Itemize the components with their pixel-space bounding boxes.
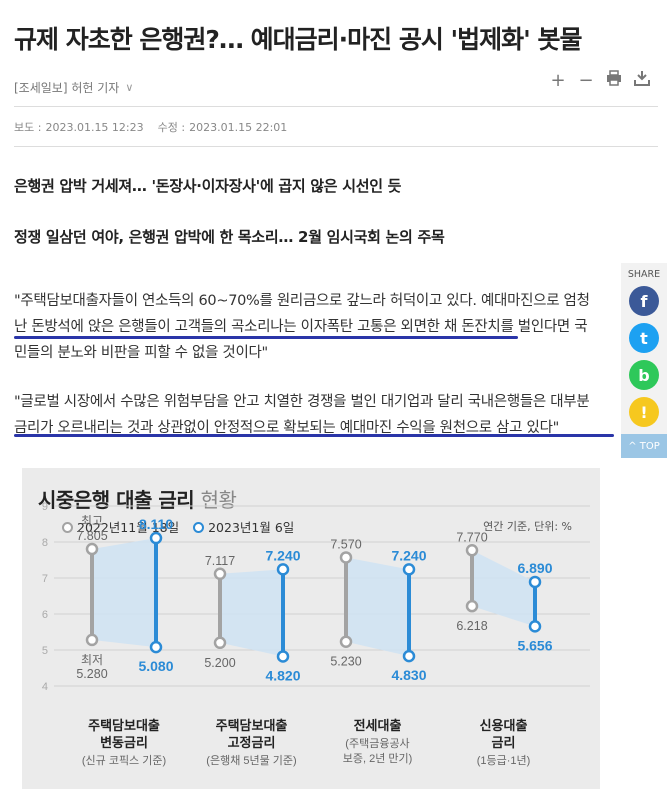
- max-label: 최고: [81, 514, 103, 528]
- range-band: [92, 538, 156, 648]
- new-min-value: 4.830: [391, 667, 426, 683]
- new-min-value: 5.080: [138, 658, 173, 674]
- category-sub-label: (은행채 5년물 기준): [206, 754, 296, 767]
- old-max-point: [465, 544, 479, 557]
- category-label: 금리: [492, 735, 516, 750]
- kakaostory-icon[interactable]: !: [629, 397, 659, 427]
- category-label: 신용대출: [480, 718, 528, 733]
- modified-date: 2023.01.15 22:01: [189, 121, 288, 134]
- article-toolbar: + −: [550, 70, 650, 91]
- chart-plot: 4 5 6 7 8 9 최고최저 7.805 5.280 8.110 5.080 주택담보대출변동금리…: [42, 501, 590, 767]
- old-min-value: 6.218: [456, 619, 487, 633]
- old-min-point: [213, 636, 227, 650]
- facebook-icon[interactable]: f: [629, 286, 659, 316]
- new-max-value: 7.240: [391, 547, 426, 563]
- min-label: 최저: [81, 653, 103, 667]
- divider: [14, 106, 658, 107]
- modified-label: 수정 :: [157, 121, 186, 134]
- category-sub-label: (신규 코픽스 기준): [82, 754, 166, 767]
- y-tick-label: 4: [42, 681, 48, 693]
- old-min-point: [85, 633, 99, 647]
- scroll-top-button[interactable]: ^ TOP: [621, 434, 667, 458]
- new-min-point: [149, 640, 163, 654]
- category-sub-label: 보증, 2년 만기): [343, 752, 413, 765]
- old-min-point: [465, 599, 479, 613]
- new-max-point: [402, 563, 416, 576]
- new-max-value: 7.240: [265, 547, 300, 563]
- category-label: 전세대출: [354, 718, 402, 733]
- twitter-icon[interactable]: t: [629, 323, 659, 353]
- old-min-value: 5.230: [330, 655, 361, 669]
- y-tick-label: 6: [42, 609, 48, 621]
- subhead: 정쟁 일삼던 여야, 은행권 압박에 한 목소리… 2월 임시국회 논의 주목: [14, 228, 445, 246]
- article-dates: 보도 :2023.01.15 12:23 수정 :2023.01.15 22:0…: [14, 119, 287, 135]
- new-min-value: 4.820: [265, 667, 300, 683]
- new-max-value: 8.110: [139, 516, 173, 532]
- save-icon[interactable]: [634, 70, 650, 91]
- chevron-down-icon[interactable]: ∨: [125, 81, 133, 94]
- divider: [14, 146, 658, 147]
- font-increase-icon[interactable]: +: [550, 70, 566, 91]
- category-sub-label: (1등급·1년): [477, 754, 531, 767]
- range-band: [346, 557, 409, 657]
- published-label: 보도 :: [14, 121, 42, 134]
- range-band: [220, 569, 283, 657]
- old-max-value: 7.117: [205, 554, 235, 568]
- y-tick-label: 8: [42, 537, 48, 549]
- quote-paragraph: "주택담보대출자들이 연소득의 60~70%를 원리금으로 갚느라 허덕이고 있…: [14, 293, 590, 361]
- headline: 규제 자초한 은행권?… 예대금리·마진 공시 '법제화' 봇물: [14, 25, 583, 54]
- old-max-value: 7.570: [330, 537, 361, 551]
- font-decrease-icon[interactable]: −: [578, 70, 594, 91]
- old-max-point: [339, 551, 353, 564]
- new-min-value: 5.656: [517, 637, 552, 653]
- byline-text: [조세일보] 허헌 기자: [14, 81, 120, 95]
- subhead: 은행권 압박 거세져… '돈장사·이자장사'에 곱지 않은 시선인 듯: [14, 177, 402, 195]
- category-label: 변동금리: [100, 735, 148, 750]
- print-icon[interactable]: [606, 70, 622, 91]
- share-label: SHARE: [627, 269, 661, 280]
- new-max-point: [149, 531, 163, 545]
- y-tick-label: 5: [42, 645, 48, 657]
- category-label: 주택담보대출: [88, 718, 160, 733]
- new-min-point: [528, 620, 542, 633]
- byline[interactable]: [조세일보] 허헌 기자 ∨: [14, 79, 133, 96]
- share-panel: SHARE f t b ! ^ TOP: [621, 263, 667, 458]
- band-icon[interactable]: b: [629, 360, 659, 390]
- y-tick-label: 7: [42, 573, 48, 585]
- highlight-underline: [14, 336, 518, 339]
- old-max-value: 7.770: [456, 530, 487, 544]
- published-date: 2023.01.15 12:23: [45, 121, 144, 134]
- category-label: 고정금리: [228, 735, 276, 750]
- new-min-point: [276, 650, 290, 663]
- new-min-point: [402, 649, 416, 663]
- old-min-value: 5.280: [76, 667, 107, 681]
- old-min-value: 5.200: [204, 656, 235, 670]
- category-label: 주택담보대출: [216, 718, 288, 733]
- old-max-value: 7.805: [76, 529, 107, 543]
- old-max-point: [213, 567, 227, 581]
- new-max-point: [276, 563, 290, 576]
- y-tick-label: 9: [42, 501, 48, 513]
- new-max-value: 6.890: [517, 560, 552, 576]
- category-sub-label: (주택금융공사: [345, 737, 409, 750]
- new-max-point: [528, 575, 542, 589]
- rate-chart-figure: 시중은행 대출 금리 현황 2022년11월 18일 2023년1월 6일 연간…: [22, 468, 600, 789]
- old-max-point: [85, 542, 99, 556]
- highlight-underline: [14, 434, 614, 437]
- old-min-point: [339, 635, 353, 648]
